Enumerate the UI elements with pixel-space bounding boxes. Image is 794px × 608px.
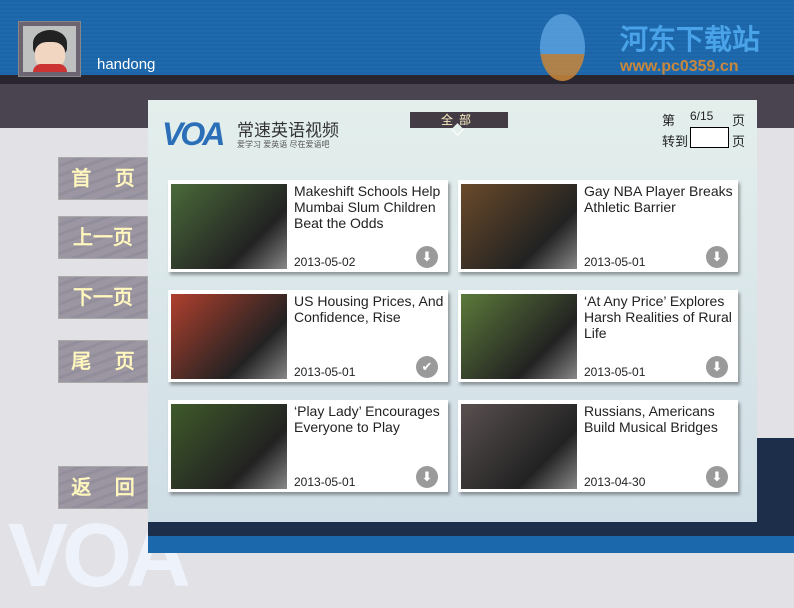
category-filter-dropdown[interactable]: 全部 bbox=[410, 112, 508, 136]
video-title[interactable]: ‘At Any Price’ Explores Harsh Realities … bbox=[584, 293, 734, 341]
download-icon[interactable]: ⬇ bbox=[706, 466, 728, 488]
download-icon[interactable]: ⬇ bbox=[416, 466, 438, 488]
video-card[interactable]: Makeshift Schools Help Mumbai Slum Child… bbox=[168, 180, 448, 272]
app-title: 常速英语视频 bbox=[237, 121, 339, 140]
footer-bar bbox=[148, 536, 794, 553]
video-thumbnail[interactable] bbox=[461, 294, 577, 379]
video-title[interactable]: Russians, Americans Build Musical Bridge… bbox=[584, 403, 734, 435]
video-thumbnail[interactable] bbox=[461, 404, 577, 489]
video-date: 2013-05-01 bbox=[584, 365, 646, 379]
video-title[interactable]: Gay NBA Player Breaks Athletic Barrier bbox=[584, 183, 734, 215]
download-icon[interactable]: ⬇ bbox=[706, 246, 728, 268]
video-date: 2013-05-01 bbox=[294, 475, 356, 489]
video-card[interactable]: Russians, Americans Build Musical Bridge… bbox=[458, 400, 738, 492]
decor-strip bbox=[757, 438, 794, 522]
page-prefix: 第 bbox=[662, 113, 676, 128]
watermark-logo: 河东下载站 www.pc0359.cn bbox=[540, 14, 794, 84]
footer-strip bbox=[148, 522, 794, 536]
video-thumbnail[interactable] bbox=[171, 184, 287, 269]
video-date: 2013-05-01 bbox=[294, 365, 356, 379]
video-title[interactable]: Makeshift Schools Help Mumbai Slum Child… bbox=[294, 183, 444, 231]
video-card[interactable]: US Housing Prices, And Confidence, Rise … bbox=[168, 290, 448, 382]
video-date: 2013-05-01 bbox=[584, 255, 646, 269]
back-button[interactable]: 返 回 bbox=[58, 466, 148, 509]
prev-page-button[interactable]: 上一页 bbox=[58, 216, 148, 259]
goto-suffix: 页 bbox=[732, 134, 746, 149]
last-page-button[interactable]: 尾 页 bbox=[58, 340, 148, 383]
download-icon[interactable]: ⬇ bbox=[416, 246, 438, 268]
video-date: 2013-05-02 bbox=[294, 255, 356, 269]
first-page-button[interactable]: 首 页 bbox=[58, 157, 148, 200]
video-date: 2013-04-30 bbox=[584, 475, 646, 489]
video-thumbnail[interactable] bbox=[171, 404, 287, 489]
video-thumbnail[interactable] bbox=[461, 184, 577, 269]
goto-label: 转到 bbox=[662, 134, 689, 149]
app-subtitle: 爱学习 爱英语 尽在爱语吧 bbox=[237, 140, 330, 149]
downloaded-check-icon[interactable]: ✔ bbox=[416, 356, 438, 378]
voa-logo: VOA bbox=[162, 116, 225, 152]
page-suffix: 页 bbox=[732, 113, 746, 128]
video-title[interactable]: US Housing Prices, And Confidence, Rise bbox=[294, 293, 444, 325]
next-page-button[interactable]: 下一页 bbox=[58, 276, 148, 319]
video-card[interactable]: ‘Play Lady’ Encourages Everyone to Play … bbox=[168, 400, 448, 492]
page-current: 6/15 bbox=[690, 109, 714, 123]
video-title[interactable]: ‘Play Lady’ Encourages Everyone to Play bbox=[294, 403, 444, 435]
video-thumbnail[interactable] bbox=[171, 294, 287, 379]
avatar[interactable] bbox=[18, 21, 81, 77]
video-card[interactable]: Gay NBA Player Breaks Athletic Barrier 2… bbox=[458, 180, 738, 272]
username: handong bbox=[97, 56, 156, 73]
video-card[interactable]: ‘At Any Price’ Explores Harsh Realities … bbox=[458, 290, 738, 382]
download-icon[interactable]: ⬇ bbox=[706, 356, 728, 378]
goto-page-input[interactable] bbox=[690, 127, 729, 148]
